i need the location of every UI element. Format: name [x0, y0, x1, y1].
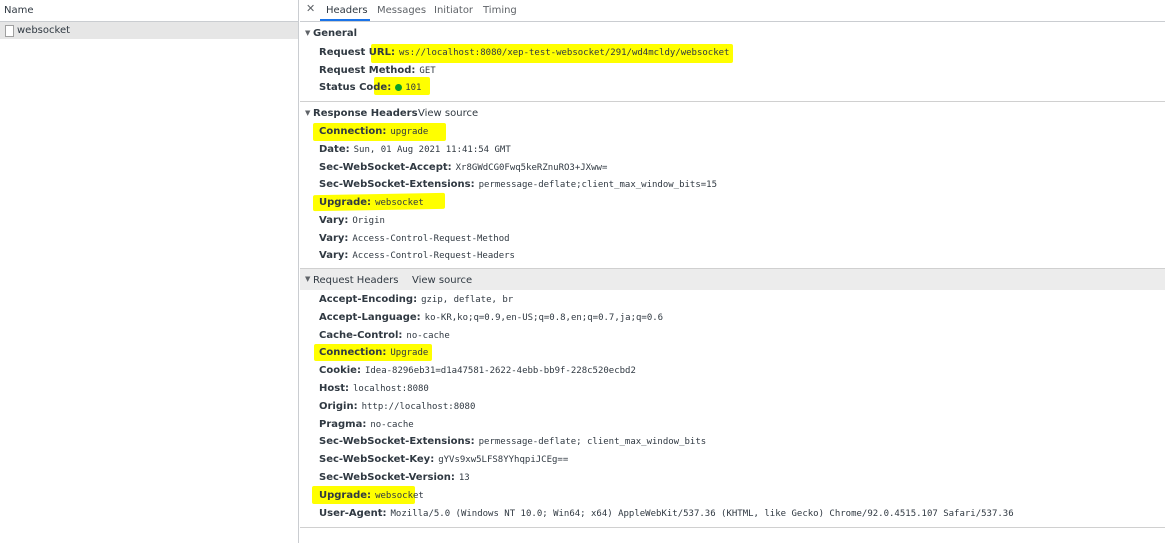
header-value: Origin — [352, 216, 385, 226]
document-icon — [5, 25, 14, 37]
header-key: Cache-Control: — [319, 330, 403, 341]
collapse-triangle-icon: ▼ — [305, 275, 311, 283]
header-value: gzip, deflate, br — [421, 295, 514, 305]
request-headers-section-header[interactable]: ▼ Request Headers View source — [300, 269, 1165, 290]
header-key: Accept-Encoding: — [319, 294, 418, 305]
response-header-row: Vary: Access-Control-Request-Headers — [319, 249, 515, 263]
header-value: ko-KR,ko;q=0.9,en-US;q=0.8,en;q=0.7,ja;q… — [424, 313, 664, 323]
tab-timing[interactable]: Timing — [483, 5, 517, 16]
header-key: Cookie: — [319, 365, 361, 376]
header-key: Vary: — [319, 233, 349, 244]
request-method-key: Request Method: — [319, 65, 416, 76]
section-divider — [300, 527, 1165, 528]
request-headers-title: Request Headers — [313, 275, 399, 286]
request-url-key: Request URL: — [319, 47, 395, 58]
tab-messages[interactable]: Messages — [377, 5, 426, 16]
header-value: no-cache — [370, 420, 414, 430]
response-view-source-link[interactable]: View source — [418, 108, 478, 119]
active-tab-indicator — [320, 19, 370, 21]
status-code-row: Status Code: 101 — [319, 81, 421, 95]
tab-headers[interactable]: Headers — [326, 5, 368, 16]
request-header-row: Host: localhost:8080 — [319, 382, 429, 396]
response-headers-section-header[interactable]: ▼ Response Headers View source — [300, 105, 1165, 123]
request-view-source-link[interactable]: View source — [412, 275, 472, 286]
name-column-header[interactable]: Name — [0, 0, 298, 22]
header-value: gYVs9xw5LFS8YYhqpiJCEg== — [438, 455, 569, 465]
general-section-header[interactable]: ▼ General — [300, 25, 1165, 43]
header-key: Date: — [319, 144, 350, 155]
header-value: Xr8GWdCG0Fwq5keRZnuRO3+JXww= — [455, 163, 608, 173]
header-key: Connection: — [319, 347, 387, 358]
header-key: Vary: — [319, 215, 349, 226]
header-key: Sec-WebSocket-Extensions: — [319, 436, 475, 447]
request-header-row: Accept-Language: ko-KR,ko;q=0.9,en-US;q=0… — [319, 311, 663, 325]
response-header-row: Vary: Origin — [319, 214, 385, 228]
header-key: Sec-WebSocket-Accept: — [319, 162, 452, 173]
header-key: Sec-WebSocket-Key: — [319, 454, 435, 465]
header-value: upgrade — [390, 127, 429, 137]
header-value: 13 — [458, 473, 470, 483]
request-method-row: Request Method: GET — [319, 64, 436, 78]
header-value: Idea-8296eb31=d1a47581-2622-4ebb-bb9f-22… — [364, 366, 636, 376]
header-key: User-Agent: — [319, 508, 387, 519]
header-value: Upgrade — [390, 348, 429, 358]
request-details-panel: ✕ Headers Messages Initiator Timing ▼ Ge… — [300, 0, 1165, 543]
request-header-row: Sec-WebSocket-Key: gYVs9xw5LFS8YYhqpiJCEg… — [319, 453, 568, 467]
header-value: websocket — [375, 491, 424, 501]
request-header-row: Upgrade: websocket — [319, 489, 424, 503]
status-dot-icon — [395, 84, 403, 91]
header-value: Mozilla/5.0 (Windows NT 10.0; Win64; x64… — [390, 509, 1014, 519]
header-key: Host: — [319, 383, 349, 394]
request-list-panel: Name websocket — [0, 0, 299, 543]
collapse-triangle-icon: ▼ — [305, 109, 311, 117]
header-key: Accept-Language: — [319, 312, 421, 323]
header-key: Vary: — [319, 250, 349, 261]
section-divider — [300, 101, 1165, 102]
header-value: websocket — [375, 198, 424, 208]
general-title: General — [313, 28, 357, 39]
response-header-row: Date: Sun, 01 Aug 2021 11:41:54 GMT — [319, 143, 511, 157]
header-key: Sec-WebSocket-Extensions: — [319, 179, 475, 190]
request-header-row: Connection: Upgrade — [319, 346, 428, 360]
response-headers-title: Response Headers — [313, 108, 418, 119]
collapse-triangle-icon: ▼ — [305, 29, 311, 37]
header-key: Connection: — [319, 126, 387, 137]
details-tab-bar: ✕ Headers Messages Initiator Timing — [300, 0, 1165, 22]
response-header-row: Sec-WebSocket-Extensions: permessage-defl… — [319, 178, 717, 192]
status-code-value: 101 — [405, 83, 422, 93]
tab-initiator[interactable]: Initiator — [434, 5, 473, 16]
request-header-row: Cache-Control: no-cache — [319, 329, 450, 343]
response-header-row: Sec-WebSocket-Accept: Xr8GWdCG0Fwq5keRZnu… — [319, 161, 607, 175]
request-header-row: User-Agent: Mozilla/5.0 (Windows NT 10.0;… — [319, 507, 1014, 521]
request-item-websocket[interactable]: websocket — [0, 22, 298, 39]
close-icon[interactable]: ✕ — [306, 2, 315, 15]
header-value: no-cache — [406, 331, 450, 341]
request-header-row: Cookie: Idea-8296eb31=d1a47581-2622-4ebb-… — [319, 364, 636, 378]
header-value: permessage-deflate;client_max_window_bit… — [478, 180, 718, 190]
header-key: Pragma: — [319, 419, 367, 430]
header-key: Origin: — [319, 401, 358, 412]
request-url-row: Request URL: ws://localhost:8080/xep-test… — [319, 46, 729, 60]
request-url-value: ws://localhost:8080/xep-test-websocket/2… — [398, 48, 730, 58]
header-key: Upgrade: — [319, 197, 372, 208]
request-item-label: websocket — [17, 25, 71, 36]
header-key: Upgrade: — [319, 490, 372, 501]
request-header-row: Sec-WebSocket-Version: 13 — [319, 471, 470, 485]
header-value: Access-Control-Request-Method — [352, 234, 510, 244]
request-header-row: Origin: http://localhost:8080 — [319, 400, 475, 414]
response-header-row: Connection: upgrade — [319, 125, 428, 139]
header-value: localhost:8080 — [352, 384, 429, 394]
request-header-row: Pragma: no-cache — [319, 418, 414, 432]
header-value: permessage-deflate; client_max_window_bi… — [478, 437, 707, 447]
request-method-value: GET — [419, 66, 436, 76]
request-header-row: Accept-Encoding: gzip, deflate, br — [319, 293, 513, 307]
header-value: Access-Control-Request-Headers — [352, 251, 515, 261]
response-header-row: Upgrade: websocket — [319, 196, 424, 210]
header-value: Sun, 01 Aug 2021 11:41:54 GMT — [353, 145, 511, 155]
response-header-row: Vary: Access-Control-Request-Method — [319, 232, 510, 246]
request-header-row: Sec-WebSocket-Extensions: permessage-defl… — [319, 435, 706, 449]
status-code-key: Status Code: — [319, 82, 392, 93]
header-key: Sec-WebSocket-Version: — [319, 472, 455, 483]
header-value: http://localhost:8080 — [361, 402, 476, 412]
